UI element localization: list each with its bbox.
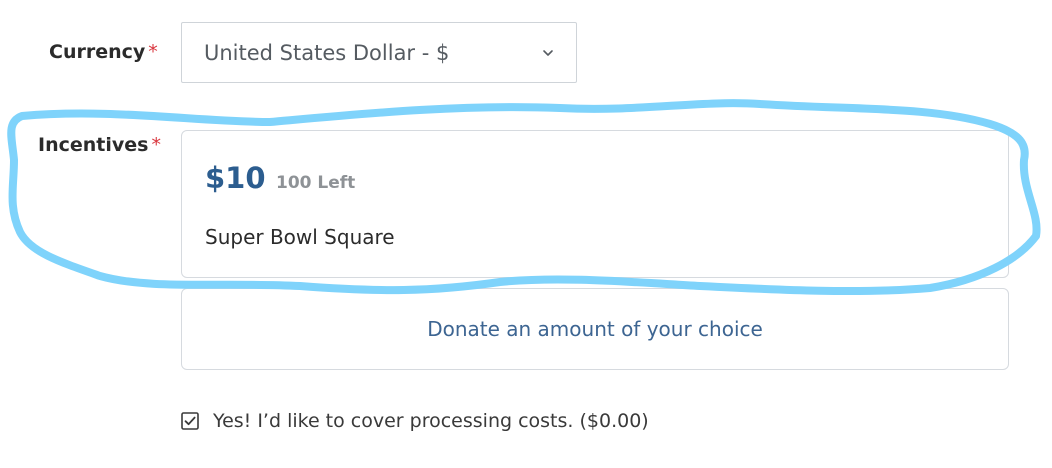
cover-costs-label: Yes! I’d like to cover processing costs.…	[213, 410, 649, 432]
currency-label: Currency *	[49, 41, 158, 63]
currency-select-value: United States Dollar - $	[204, 40, 450, 65]
incentive-option-card[interactable]: $10 100 Left Super Bowl Square	[181, 130, 1009, 278]
required-asterisk: *	[148, 41, 158, 63]
custom-amount-button[interactable]: Donate an amount of your choice	[181, 288, 1009, 370]
incentives-label-text: Incentives	[38, 134, 149, 156]
cover-costs-row[interactable]: Yes! I’d like to cover processing costs.…	[181, 410, 649, 432]
donation-form: Currency * United States Dollar - $ Incen…	[0, 0, 1052, 468]
checkbox-checked-icon[interactable]	[181, 412, 199, 430]
custom-amount-label: Donate an amount of your choice	[427, 317, 763, 341]
incentive-remaining: 100 Left	[276, 173, 356, 193]
chevron-down-icon	[543, 49, 553, 56]
required-asterisk: *	[151, 134, 161, 156]
currency-label-text: Currency	[49, 41, 146, 63]
incentives-label: Incentives *	[38, 134, 161, 156]
currency-select[interactable]: United States Dollar - $	[181, 22, 577, 83]
incentive-title: Super Bowl Square	[205, 225, 395, 249]
incentive-price: $10	[205, 161, 266, 195]
